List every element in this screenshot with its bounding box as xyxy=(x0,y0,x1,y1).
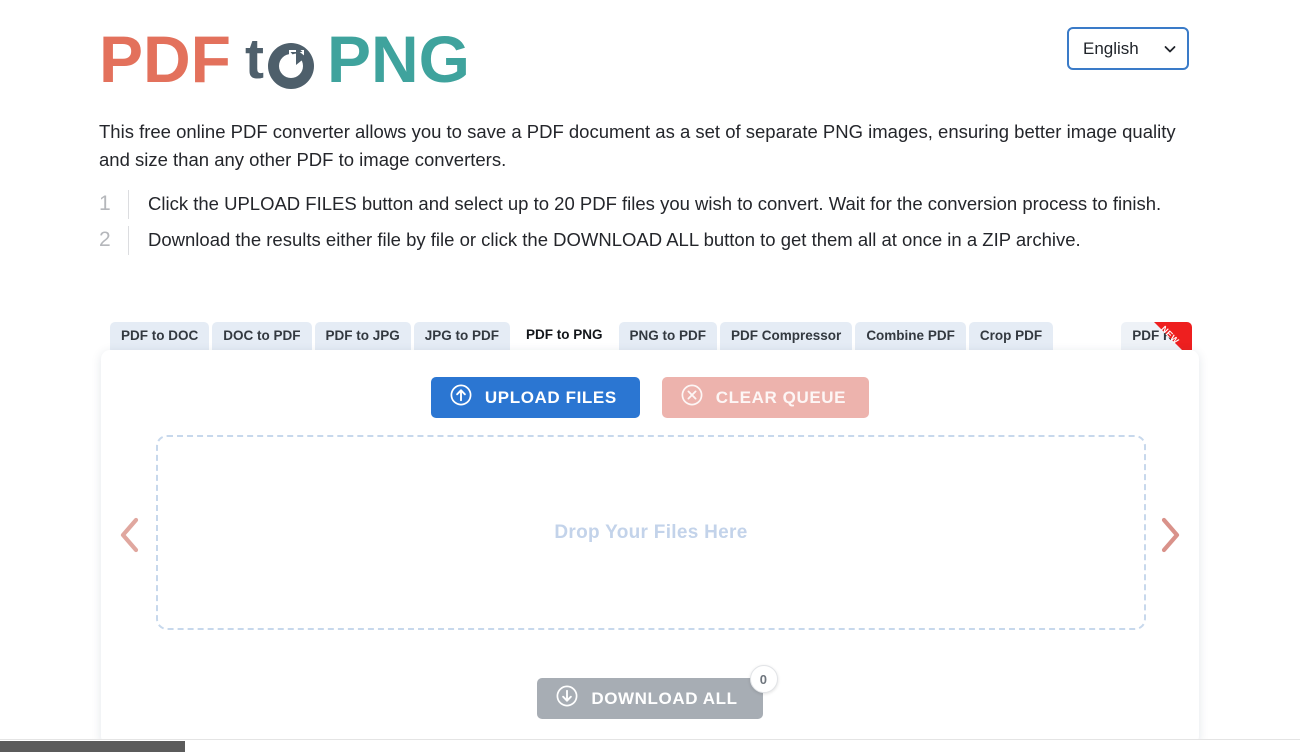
page-root: PDF t PNG English This free online PDF c… xyxy=(0,0,1300,754)
download-button-row: DOWNLOAD ALL 0 xyxy=(101,665,1199,719)
language-selector-label: English xyxy=(1083,38,1139,58)
step-number: 1 xyxy=(99,190,129,219)
tab-combine-pdf[interactable]: Combine PDF xyxy=(855,322,966,350)
tab-pdf-kit[interactable]: PDF Kit NEW xyxy=(1121,322,1192,350)
horizontal-scrollbar[interactable] xyxy=(0,739,1300,754)
clear-queue-button[interactable]: CLEAR QUEUE xyxy=(661,377,870,418)
logo-text-pdf: PDF xyxy=(99,22,231,96)
circular-arrow-icon xyxy=(266,39,316,89)
action-button-row: UPLOAD FILES CLEAR QUEUE xyxy=(101,377,1199,418)
download-all-button[interactable]: DOWNLOAD ALL 0 xyxy=(537,665,778,719)
tab-pdf-to-png[interactable]: PDF to PNG xyxy=(513,320,616,350)
download-arrow-circle-icon xyxy=(556,685,578,712)
horizontal-scrollbar-thumb[interactable] xyxy=(0,741,185,752)
tab-png-to-pdf[interactable]: PNG to PDF xyxy=(618,322,718,350)
step-number: 2 xyxy=(99,226,129,255)
chevron-down-icon xyxy=(1163,42,1176,55)
language-selector[interactable]: English xyxy=(1067,27,1189,70)
upload-arrow-circle-icon xyxy=(450,384,472,411)
clear-queue-button-label: CLEAR QUEUE xyxy=(715,387,847,407)
new-ribbon-icon xyxy=(1153,322,1192,350)
intro-paragraph: This free online PDF converter allows yo… xyxy=(99,121,1176,171)
instruction-steps: 1 Click the UPLOAD FILES button and sele… xyxy=(99,190,1184,262)
upload-files-button[interactable]: UPLOAD FILES xyxy=(430,377,640,418)
tab-pdf-compressor[interactable]: PDF Compressor xyxy=(720,322,853,350)
chevron-left-icon[interactable] xyxy=(113,513,147,557)
tab-pdf-to-jpg[interactable]: PDF to JPG xyxy=(314,322,411,350)
upload-files-button-label: UPLOAD FILES xyxy=(484,387,617,407)
download-all-button-label: DOWNLOAD ALL xyxy=(591,688,738,708)
logo-text-t: t xyxy=(245,26,264,91)
list-item: 1 Click the UPLOAD FILES button and sele… xyxy=(99,190,1184,226)
chevron-right-icon[interactable] xyxy=(1153,513,1187,557)
tab-crop-pdf[interactable]: Crop PDF xyxy=(968,322,1054,350)
file-dropzone[interactable]: Drop Your Files Here xyxy=(156,435,1146,630)
download-count-badge: 0 xyxy=(749,665,778,693)
logo-text-png: PNG xyxy=(326,22,471,96)
list-item: 2 Download the results either file by fi… xyxy=(99,226,1184,262)
step-text: Download the results either file by file… xyxy=(148,229,1081,250)
converter-card: UPLOAD FILES CLEAR QUEUE Drop Your Files… xyxy=(101,350,1199,745)
close-circle-icon xyxy=(681,384,703,411)
tab-doc-to-pdf[interactable]: DOC to PDF xyxy=(212,322,312,350)
step-text: Click the UPLOAD FILES button and select… xyxy=(148,193,1162,214)
dropzone-label: Drop Your Files Here xyxy=(554,521,748,543)
page-header: PDF t PNG English xyxy=(99,18,1189,102)
converter-tab-bar: PDF to DOC DOC to PDF PDF to JPG JPG to … xyxy=(110,320,1200,350)
tab-pdf-to-doc[interactable]: PDF to DOC xyxy=(110,322,210,350)
tab-jpg-to-pdf[interactable]: JPG to PDF xyxy=(413,322,511,350)
site-logo[interactable]: PDF t PNG xyxy=(99,18,470,100)
